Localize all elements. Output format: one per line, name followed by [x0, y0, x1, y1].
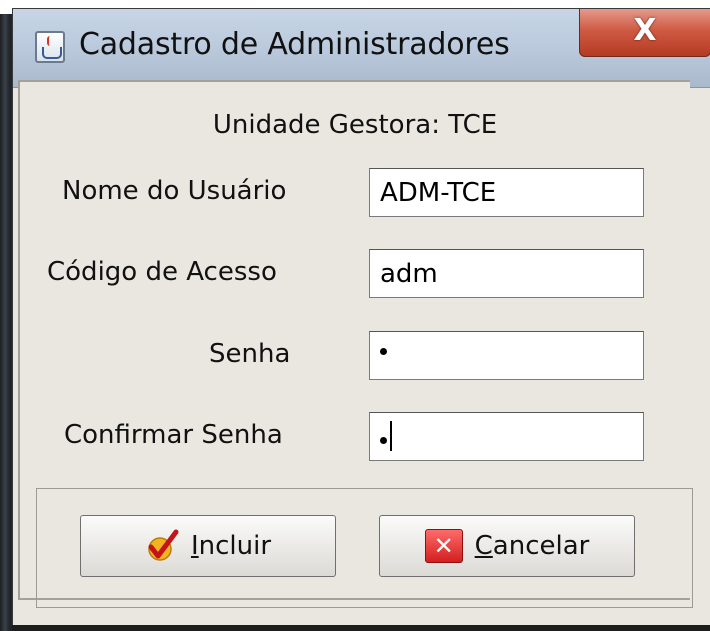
confirm-password-input[interactable] [369, 412, 644, 461]
include-label: Incluir [190, 531, 272, 561]
unit-label: Unidade Gestora: TCE [212, 110, 498, 140]
checkmark-icon [148, 529, 179, 561]
x-icon: ✕ [424, 529, 463, 563]
include-button[interactable]: Incluir [80, 515, 336, 577]
password-input[interactable] [369, 331, 644, 380]
password-mask [380, 348, 387, 355]
text-caret [390, 421, 392, 451]
access-code-label: Código de Acesso [47, 257, 277, 287]
close-icon: X [633, 13, 657, 48]
confirm-password-mask [380, 437, 387, 444]
cancel-label: Cancelar [474, 531, 590, 561]
username-label: Nome do Usuário [62, 176, 287, 206]
username-input[interactable]: ADM-TCE [369, 168, 644, 217]
password-label: Senha [209, 339, 291, 369]
java-cup-icon [35, 31, 65, 63]
window-bottom-edge [12, 625, 710, 631]
access-code-input[interactable]: adm [369, 249, 644, 298]
cancel-button[interactable]: ✕ Cancelar [379, 515, 635, 577]
window-title: Cadastro de Administradores [79, 27, 510, 62]
title-bar[interactable]: Cadastro de Administradores X [13, 9, 710, 88]
confirm-password-label: Confirmar Senha [64, 420, 283, 450]
close-button[interactable]: X [579, 9, 710, 57]
